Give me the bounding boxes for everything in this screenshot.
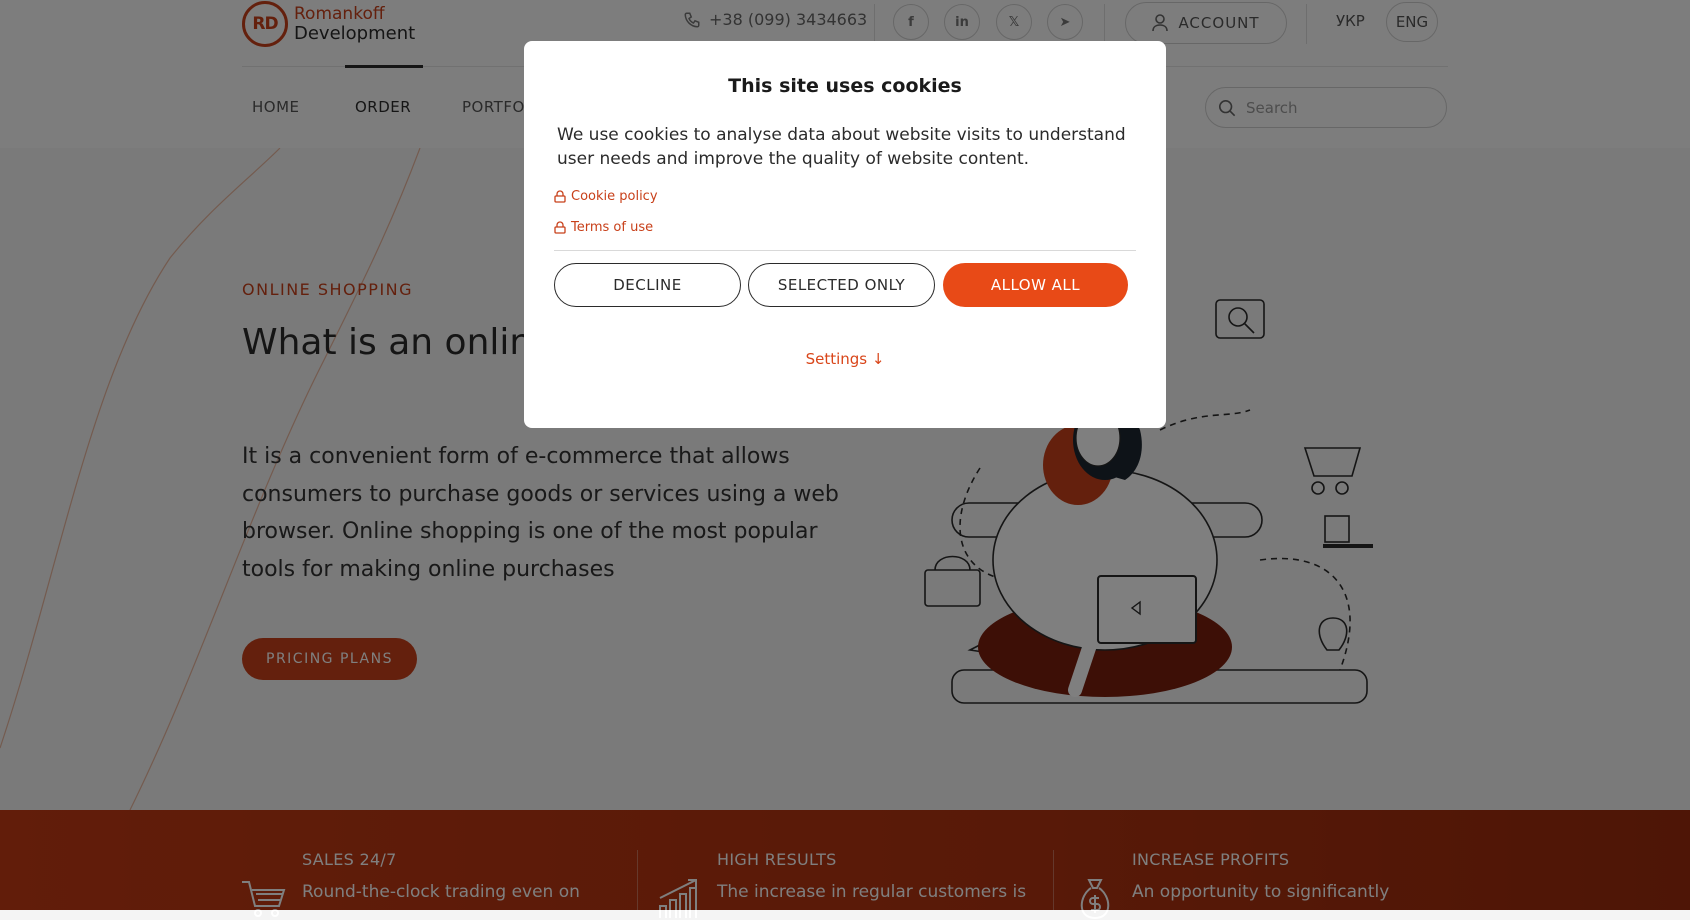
- lock-icon: [554, 190, 566, 203]
- decline-button[interactable]: DECLINE: [554, 263, 741, 307]
- cookie-dialog-text: We use cookies to analyse data about web…: [557, 125, 1126, 169]
- cookie-dialog-title: This site uses cookies: [728, 75, 962, 97]
- selected-only-button[interactable]: SELECTED ONLY: [748, 263, 935, 307]
- cookie-settings-toggle[interactable]: Settings ↓: [524, 350, 1166, 368]
- terms-of-use-link[interactable]: Terms of use: [554, 220, 653, 235]
- cookie-policy-label: Cookie policy: [571, 189, 658, 204]
- terms-of-use-label: Terms of use: [571, 220, 654, 235]
- lock-icon: [554, 221, 566, 234]
- allow-all-button[interactable]: ALLOW ALL: [943, 263, 1128, 307]
- cookie-policy-link[interactable]: Cookie policy: [554, 189, 658, 204]
- cookie-consent-dialog: This site uses cookies We use cookies to…: [524, 41, 1166, 428]
- modal-divider: [554, 250, 1136, 251]
